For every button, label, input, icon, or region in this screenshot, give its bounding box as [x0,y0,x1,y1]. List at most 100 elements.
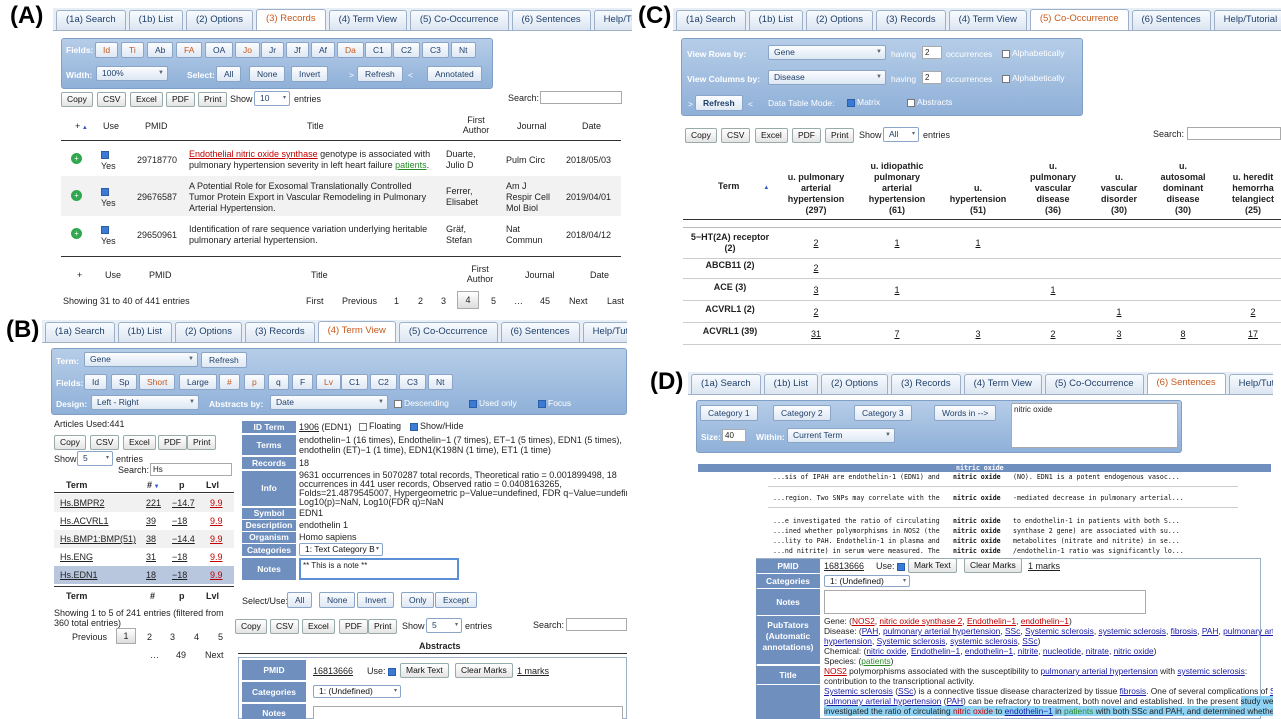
annotation-link[interactable]: systemic sclerosis [1177,666,1244,676]
header-lvl[interactable]: Lvl [206,480,219,490]
field-button-p[interactable]: p [244,374,265,390]
lvl-cell[interactable]: 9.9 [210,516,223,526]
tab-records[interactable]: (3) Records [255,9,326,30]
excel-button[interactable]: Excel [130,92,163,107]
tab-term-view[interactable]: (4) Term View [948,10,1027,30]
term-cell[interactable]: Hs.ACVRL1 [60,516,109,526]
select-all-button[interactable]: All [216,66,242,82]
size-input[interactable]: 40 [722,429,746,442]
pdf-button[interactable]: PDF [158,435,187,450]
category-2-button[interactable]: Category 2 [773,405,831,421]
count-cell[interactable]: 18 [146,570,156,580]
annotation-link[interactable]: pulmonary arterial [1223,626,1273,636]
table-row[interactable]: + Yes 29676587 A Potential Role for Exos… [61,176,621,216]
excel-button[interactable]: Excel [755,128,788,143]
annotation-link[interactable]: pulmonary arterial hypertension [883,626,1000,636]
use-toggle[interactable]: Use: [367,666,398,676]
tab-list[interactable]: (1b) List [117,322,172,342]
page-3[interactable]: 3 [441,296,446,306]
annotation-link[interactable]: SSc [898,686,913,696]
within-select[interactable]: Current Term ▼ [787,428,895,443]
marks-link[interactable]: 1 marks [1028,561,1060,571]
words-in-button[interactable]: Words in --> [934,405,997,421]
annotation-link[interactable]: Systemic sclerosis [1025,626,1094,636]
term-cell[interactable]: Hs.EDN1 [60,570,98,580]
annotation-link[interactable]: patients [861,656,890,666]
tab-help[interactable]: Help/Tutorial [1228,374,1273,394]
field-button-c2[interactable]: C2 [393,42,420,58]
category-3-button[interactable]: Category 3 [854,405,912,421]
term-row[interactable]: Hs.ENG 31 −18 9.9 [54,548,234,566]
alpha-cols-toggle[interactable]: Alphabetically [1002,73,1064,83]
page-first[interactable]: First [306,296,324,306]
header-use[interactable]: Use [103,121,119,131]
annotation-link[interactable]: NOS2 [852,616,875,626]
mark-text-button[interactable]: Mark Text [400,663,449,678]
matrix-cell[interactable]: 1 [1099,307,1139,317]
header-expand[interactable]: + ▲ [75,121,88,131]
view-cols-select[interactable]: Disease ▼ [768,70,886,85]
copy-button[interactable]: Copy [685,128,717,143]
tab-sentences[interactable]: (6) Sentences [1131,10,1211,30]
pdf-button[interactable]: PDF [166,92,195,107]
page-5[interactable]: 5 [218,632,223,642]
floating-toggle[interactable]: Floating [359,421,401,431]
annotation-link[interactable]: endothelin−1 [965,646,1013,656]
matrix-cell[interactable]: 2 [1233,307,1273,317]
tab-sentences[interactable]: (6) Sentences [1146,373,1226,394]
count-cell[interactable]: 38 [146,534,156,544]
select-none-button[interactable]: None [249,66,286,82]
marks-link[interactable]: 1 marks [517,666,549,676]
p-cell[interactable]: −18 [172,570,187,580]
term-cell[interactable]: Hs.BMPR2 [60,498,105,508]
field-button-c2[interactable]: C2 [370,374,397,390]
page-2[interactable]: 2 [418,296,423,306]
showhide-toggle[interactable]: Show/Hide [410,421,464,431]
field-button-q[interactable]: q [268,374,289,390]
descending-toggle[interactable]: Descending [394,398,449,408]
lvl-cell[interactable]: 9.9 [210,552,223,562]
p-cell[interactable]: −18 [172,552,187,562]
tab-co-occurrence[interactable]: (5) Co-Occurrence [398,322,498,342]
page-1-current[interactable]: 1 [116,628,136,644]
annotation-link[interactable]: endothelin−1 [1021,616,1069,626]
field-button-jf[interactable]: Jf [286,42,309,58]
field-button-id[interactable]: Id [95,42,119,58]
column-header[interactable]: u. pulmonary arterial hypertension (297) [776,172,856,216]
count-cell[interactable]: 39 [146,516,156,526]
p-cell[interactable]: −14.7 [172,498,195,508]
mark-text-button[interactable]: Mark Text [908,558,957,573]
select-none-button[interactable]: None [319,592,356,608]
count-cell[interactable]: 31 [146,552,156,562]
select-only-button[interactable]: Only [401,592,435,608]
matrix-cell[interactable]: 2 [1033,329,1073,339]
matrix-cell[interactable]: 2 [796,263,836,273]
clear-marks-button[interactable]: Clear Marks [964,558,1022,573]
pmid-link[interactable]: 16813666 [313,666,353,676]
expand-row-icon[interactable]: + [71,228,82,239]
tab-list[interactable]: (1b) List [763,374,818,394]
header-first-author[interactable]: First Author [461,115,491,135]
annotation-link[interactable]: PAH [862,626,879,636]
header-title[interactable]: Title [307,121,324,131]
alpha-rows-toggle[interactable]: Alphabetically [1002,48,1064,58]
tab-list[interactable]: (1b) List [748,10,803,30]
csv-button[interactable]: CSV [97,92,127,107]
page-5[interactable]: 5 [491,296,496,306]
annotation-link[interactable]: SSc [1270,686,1273,696]
tab-sentences[interactable]: (6) Sentences [500,322,580,342]
print-button[interactable]: Print [187,435,217,450]
search-input[interactable] [1187,127,1281,140]
annotated-button[interactable]: Annotated [427,66,482,82]
column-header[interactable]: u. hypertension (51) [938,183,1018,216]
matrix-cell[interactable]: 17 [1233,329,1273,339]
annotation-link[interactable]: hypertension [824,636,872,646]
column-header[interactable]: u. heredit hemorrha telangiect (25) [1213,172,1281,216]
tab-help[interactable]: Help/Tutorial [593,10,632,30]
field-button-c3[interactable]: C3 [422,42,449,58]
use-checkbox[interactable] [101,149,111,159]
tab-search[interactable]: (1a) Search [56,10,126,30]
page-next[interactable]: Next [205,650,224,660]
tab-help[interactable]: Help/Tutorial [582,322,627,342]
p-cell[interactable]: −14.4 [172,534,195,544]
